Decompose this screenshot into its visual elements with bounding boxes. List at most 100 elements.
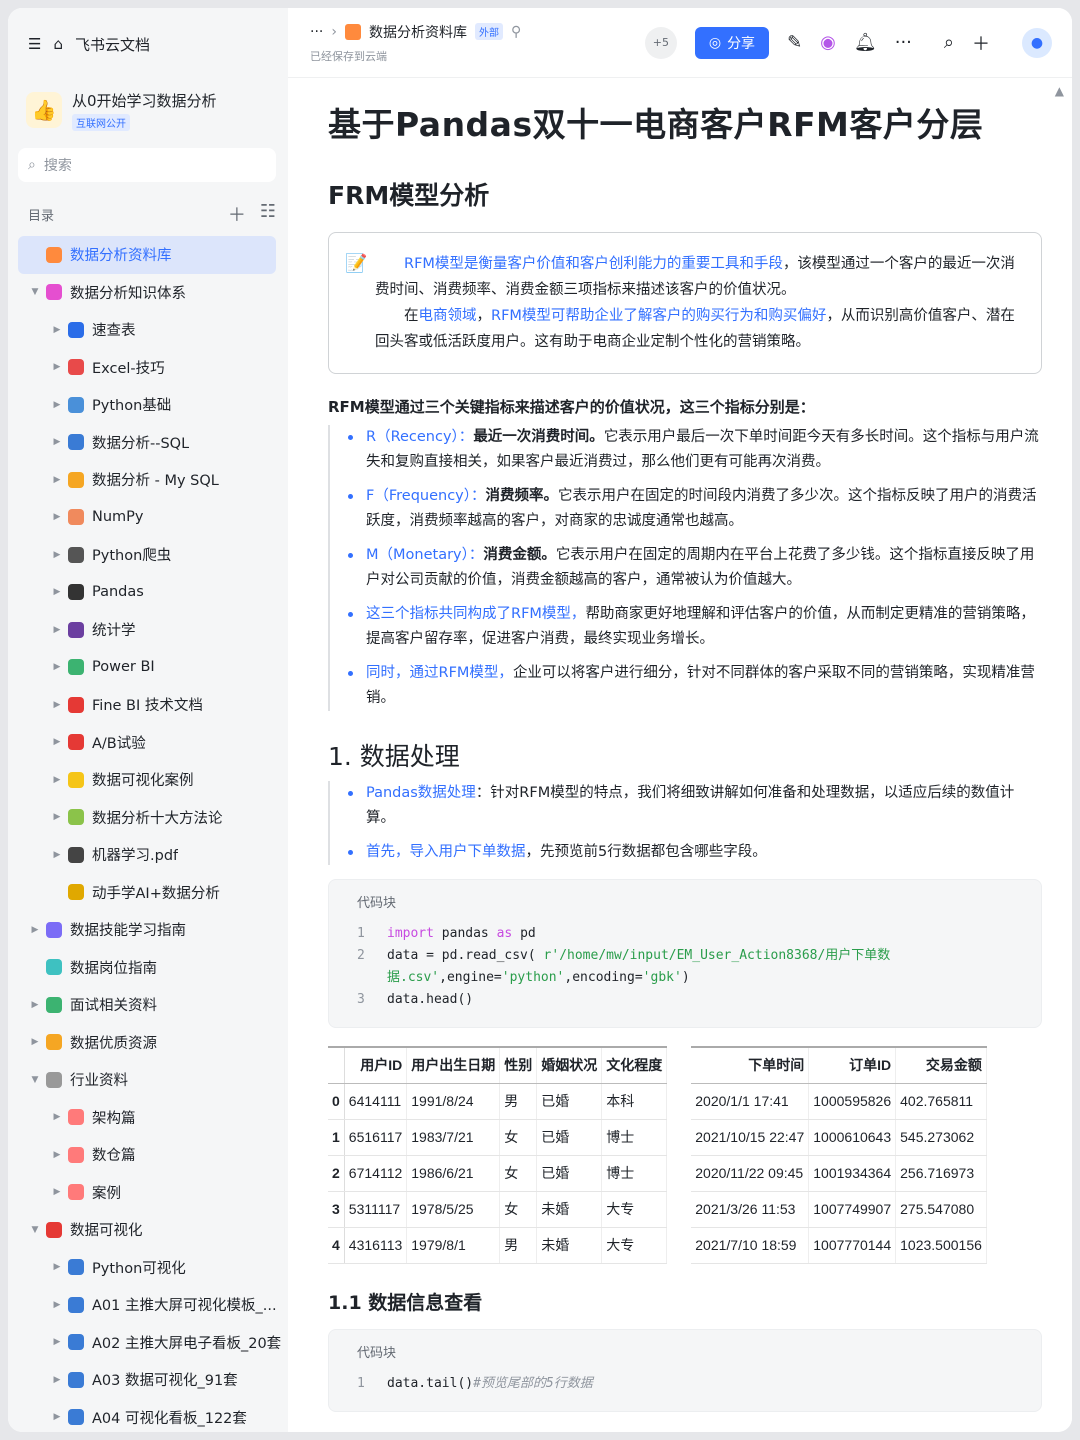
- chevron-right-icon[interactable]: ▶: [50, 362, 64, 372]
- sidebar-item-label: A/B试验: [92, 735, 146, 752]
- more-breadcrumb-button[interactable]: ···: [310, 24, 323, 40]
- chevron-right-icon[interactable]: ▶: [50, 400, 64, 410]
- code-line: 3 data.head(): [357, 989, 1013, 1011]
- share-label: 分享: [727, 35, 756, 52]
- ai-assistant-icon[interactable]: ◉: [820, 32, 836, 53]
- sidebar-item[interactable]: ▶ A04 可视化看板_122套: [8, 1399, 288, 1433]
- sidebar-item[interactable]: ▶ 面试相关资料: [8, 986, 288, 1024]
- chevron-down-icon[interactable]: ▼: [28, 1075, 42, 1085]
- search-input[interactable]: ⌕ 搜索: [18, 148, 276, 182]
- home-icon[interactable]: ⌂: [53, 35, 63, 53]
- sidebar-item[interactable]: ▶ 架构篇: [8, 1099, 288, 1137]
- sidebar-item-label: 数据岗位指南: [70, 960, 157, 977]
- chevron-down-icon[interactable]: ▼: [28, 1225, 42, 1235]
- chevron-right-icon[interactable]: ▶: [50, 587, 64, 597]
- sidebar-item[interactable]: ▶ Power BI: [8, 649, 288, 687]
- chevron-right-icon[interactable]: ▶: [28, 1037, 42, 1047]
- chevron-right-icon[interactable]: ▶: [50, 512, 64, 522]
- sidebar-item[interactable]: 数据岗位指南: [8, 949, 288, 987]
- sidebar-item[interactable]: ▶ 数据分析 - My SQL: [8, 461, 288, 499]
- sidebar-item[interactable]: ▶ 机器学习.pdf: [8, 836, 288, 874]
- chevron-right-icon[interactable]: ▶: [50, 850, 64, 860]
- scroll-up-icon[interactable]: ▲: [1055, 84, 1064, 98]
- sidebar-item[interactable]: ▶ 数据分析十大方法论: [8, 799, 288, 837]
- sidebar-item[interactable]: ▶ 速查表: [8, 311, 288, 349]
- doc-icon: [344, 23, 361, 40]
- sidebar-item[interactable]: ▼ 行业资料: [8, 1061, 288, 1099]
- chevron-down-icon[interactable]: ▼: [28, 287, 42, 297]
- table-cell: 2021/3/26 11:53: [691, 1191, 810, 1228]
- chevron-right-icon[interactable]: ▶: [50, 1262, 64, 1272]
- chevron-right-icon[interactable]: ▶: [50, 437, 64, 447]
- chevron-right-icon[interactable]: ▶: [50, 1300, 64, 1310]
- search-icon[interactable]: ⌕: [944, 32, 954, 53]
- more-icon[interactable]: ···: [895, 32, 912, 53]
- chevron-right-icon[interactable]: ▶: [50, 1112, 64, 1122]
- sidebar-item[interactable]: 动手学AI+数据分析: [8, 874, 288, 912]
- chevron-right-icon[interactable]: ▶: [50, 1150, 64, 1160]
- sidebar-item[interactable]: ▶ 数据分析--SQL: [8, 424, 288, 462]
- sidebar-item[interactable]: ▶ A03 数据可视化_91套: [8, 1361, 288, 1399]
- sidebar-item[interactable]: ▶ 数据技能学习指南: [8, 911, 288, 949]
- chevron-right-icon[interactable]: ▶: [50, 1412, 64, 1422]
- avatar[interactable]: ●: [1022, 27, 1052, 58]
- breadcrumb-title[interactable]: 数据分析资料库: [369, 22, 467, 42]
- sidebar-item-label: 动手学AI+数据分析: [92, 885, 220, 902]
- doc-icon: [68, 621, 84, 638]
- sidebar-item[interactable]: ▶ A/B试验: [8, 724, 288, 762]
- sidebar-item[interactable]: ▶ 统计学: [8, 611, 288, 649]
- pin-icon[interactable]: ⚲: [511, 24, 521, 40]
- code-block-1[interactable]: 代码块 1 import pandas as pd 2 data = pd.read_…: [328, 879, 1042, 1028]
- sidebar-item[interactable]: ▶ Fine BI 技术文档: [8, 686, 288, 724]
- app-title[interactable]: 飞书云文档: [75, 34, 150, 55]
- sidebar-item[interactable]: ▶ Python可视化: [8, 1249, 288, 1287]
- sidebar-item[interactable]: ▶ 数据优质资源: [8, 1024, 288, 1062]
- add-icon[interactable]: ＋: [972, 30, 990, 56]
- chevron-right-icon[interactable]: ▶: [28, 925, 42, 935]
- chevron-right-icon[interactable]: ▶: [50, 700, 64, 710]
- table-cell: 2021/10/15 22:47: [691, 1119, 810, 1156]
- workspace[interactable]: 👍 从0开始学习数据分析 互联网公开: [8, 80, 288, 140]
- chevron-right-icon[interactable]: ▶: [50, 625, 64, 635]
- chevron-right-icon[interactable]: ▶: [28, 1000, 42, 1010]
- sidebar-item[interactable]: ▶ 数据可视化案例: [8, 761, 288, 799]
- table-cell: 2021/7/10 18:59: [691, 1227, 810, 1264]
- sidebar-item[interactable]: ▶ Excel-技巧: [8, 349, 288, 387]
- doc-icon: [68, 1334, 84, 1351]
- share-button[interactable]: ◎ 分享: [694, 26, 770, 59]
- sidebar-item[interactable]: ▶ A01 主推大屏可视化模板_...: [8, 1286, 288, 1324]
- sidebar-item[interactable]: ▶ NumPy: [8, 499, 288, 537]
- sidebar: ☰ ⌂ 飞书云文档 👍 从0开始学习数据分析 互联网公开 ⌕ 搜索 目录 ＋ ☷…: [8, 8, 288, 1432]
- sidebar-item[interactable]: ▼ 数据可视化: [8, 1211, 288, 1249]
- chevron-right-icon[interactable]: ▶: [50, 1375, 64, 1385]
- chevron-right-icon[interactable]: ▶: [50, 1337, 64, 1347]
- table-cell: 402.765811: [895, 1083, 987, 1120]
- dataframe-output: 用户ID 用户出生日期 性别 婚姻状况 文化程度 0 6414111 1991/8/24 男已婚…: [328, 1046, 1042, 1264]
- sidebar-item[interactable]: 数据分析资料库: [18, 236, 276, 274]
- list-item: F（Frequency）：消费频率。它表示用户在固定的时间段内消费了多少次。这个…: [346, 484, 1042, 534]
- list-item-text: ，先预览前5行数据都包含哪些字段。: [525, 844, 767, 860]
- sidebar-item[interactable]: ▶ Python爬虫: [8, 536, 288, 574]
- edit-icon[interactable]: ✎: [787, 32, 802, 53]
- chevron-right-icon[interactable]: ▶: [50, 550, 64, 560]
- add-icon[interactable]: ＋: [228, 201, 246, 227]
- sidebar-item[interactable]: ▼ 数据分析知识体系: [8, 274, 288, 312]
- code-block-2[interactable]: 代码块 1 data.tail()#预览尾部的5行数据: [328, 1328, 1042, 1412]
- chevron-right-icon[interactable]: ▶: [50, 775, 64, 785]
- sidebar-item[interactable]: ▶ 数仓篇: [8, 1136, 288, 1174]
- sidebar-item[interactable]: ▶ Pandas: [8, 574, 288, 612]
- bell-icon[interactable]: 🔔︎: [854, 32, 877, 53]
- sidebar-item[interactable]: ▶ A02 主推大屏电子看板_20套: [8, 1324, 288, 1362]
- chevron-right-icon[interactable]: ▶: [50, 812, 64, 822]
- collapse-sidebar-icon[interactable]: ☰: [28, 35, 41, 53]
- chevron-right-icon[interactable]: ▶: [50, 475, 64, 485]
- chevron-right-icon[interactable]: ▶: [50, 325, 64, 335]
- chevron-right-icon[interactable]: ▶: [50, 737, 64, 747]
- chevron-right-icon[interactable]: ▶: [50, 662, 64, 672]
- list-settings-icon[interactable]: ☷: [260, 201, 276, 227]
- sidebar-item[interactable]: ▶ Python基础: [8, 386, 288, 424]
- list-item: R（Recency）：最近一次消费时间。它表示用户最后一次下单时间距今天有多长时…: [346, 425, 1042, 475]
- collaborators-count[interactable]: +5: [644, 26, 677, 59]
- sidebar-item[interactable]: ▶ 案例: [8, 1174, 288, 1212]
- chevron-right-icon[interactable]: ▶: [50, 1187, 64, 1197]
